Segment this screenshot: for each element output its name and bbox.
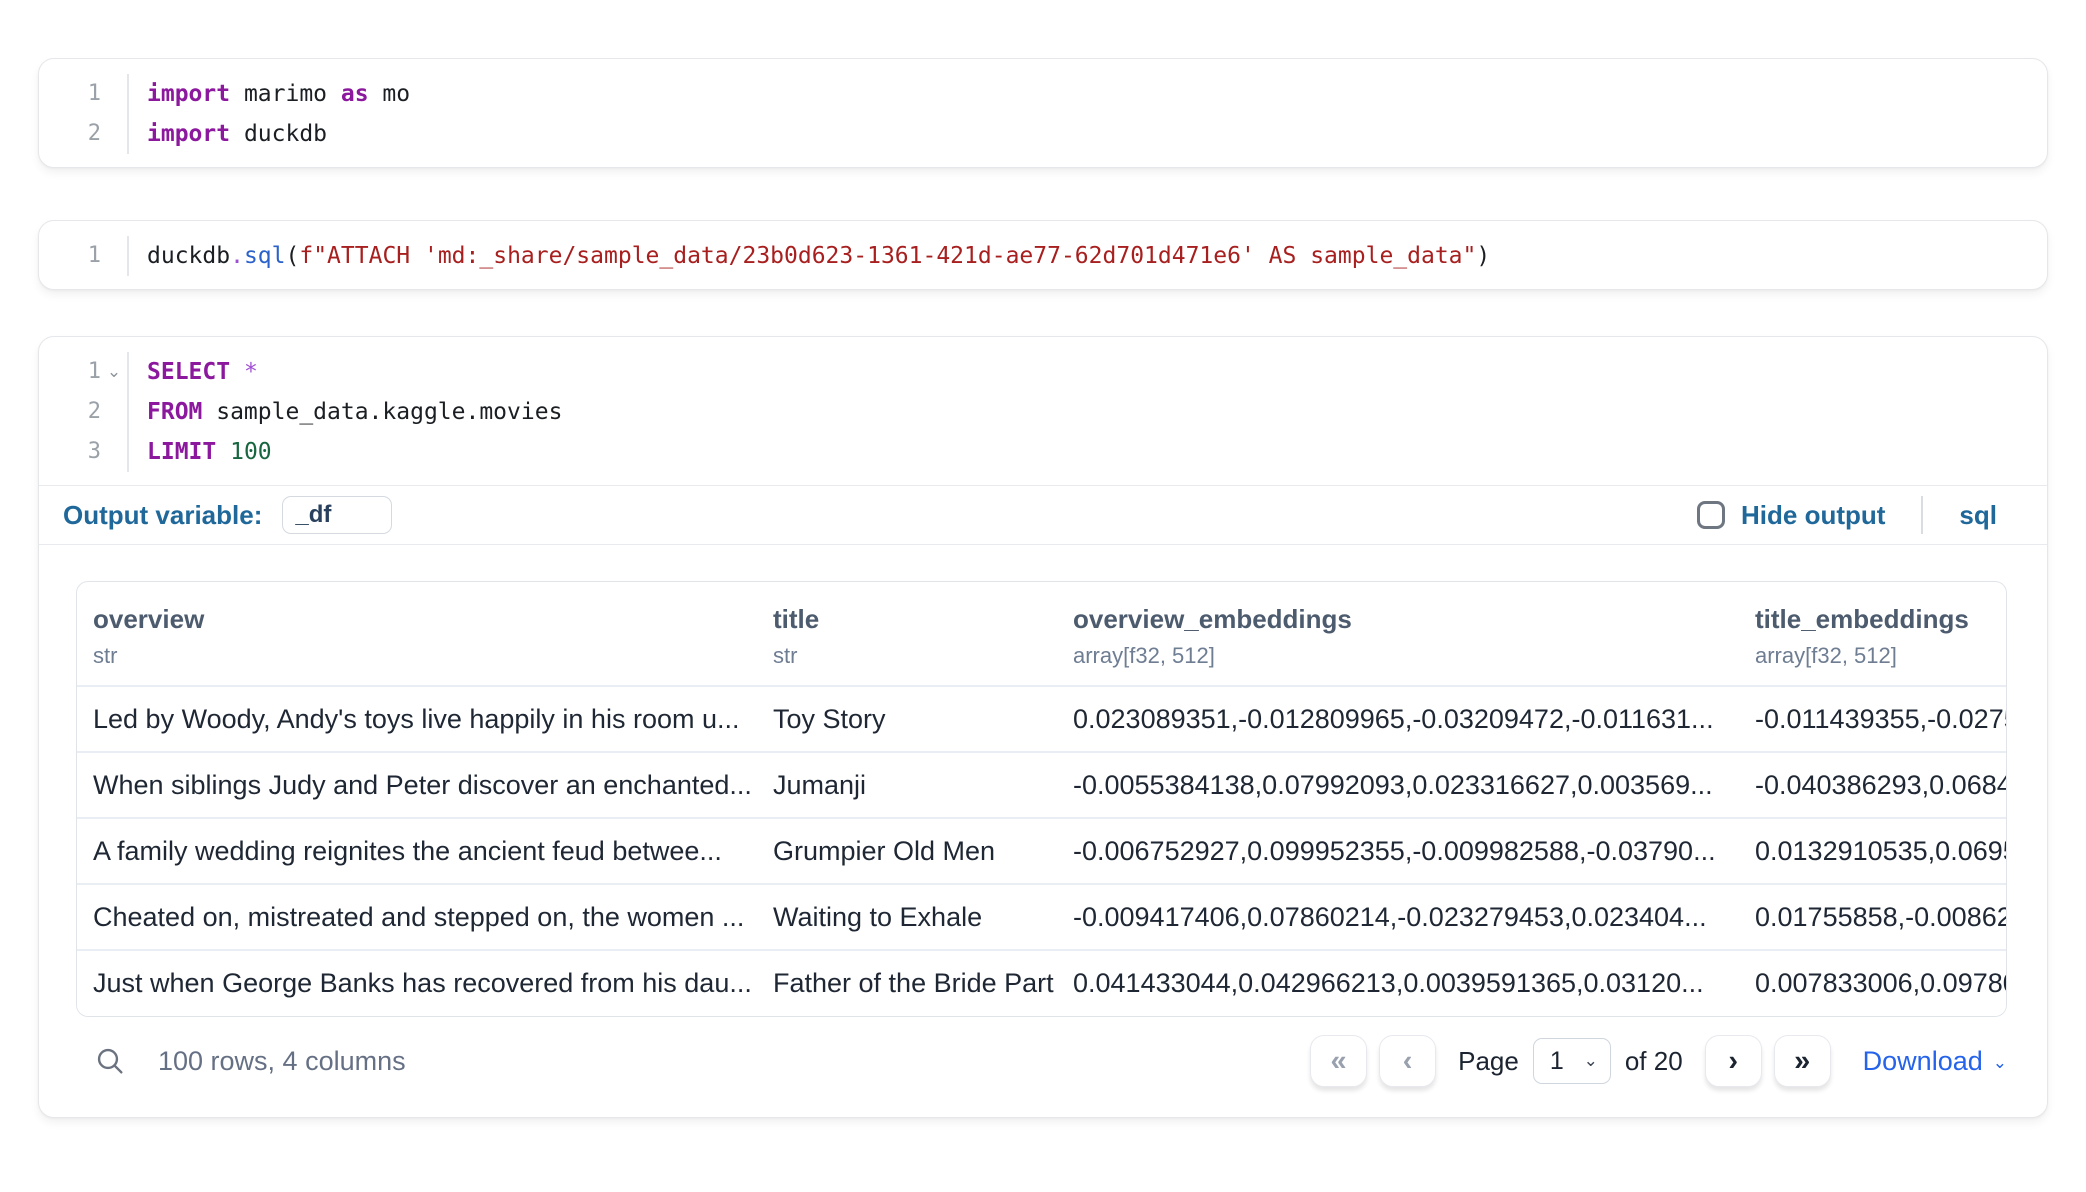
last-page-button[interactable]: » bbox=[1774, 1035, 1831, 1087]
table-row[interactable]: A family wedding reignites the ancient f… bbox=[77, 818, 2007, 884]
table-cell: -0.009417406,0.07860214,-0.023279453,0.0… bbox=[1057, 884, 1739, 950]
page-select[interactable]: 1 ⌄ bbox=[1533, 1038, 1611, 1084]
table-cell: 0.0132910535,0.0695834 bbox=[1739, 818, 2007, 884]
fold-chevron-down-icon[interactable]: ⌄ bbox=[101, 352, 127, 392]
gutter-spacer bbox=[101, 432, 127, 472]
double-chevron-right-icon: » bbox=[1794, 1045, 1810, 1078]
column-header-title_embeddings[interactable]: title_embeddings array[f32, 512] bbox=[1739, 582, 2007, 686]
gutter-spacer bbox=[101, 392, 127, 432]
column-name: title_embeddings bbox=[1755, 604, 2007, 635]
next-page-button[interactable]: › bbox=[1705, 1035, 1762, 1087]
page-total-label: of 20 bbox=[1625, 1046, 1683, 1077]
table-row[interactable]: Just when George Banks has recovered fro… bbox=[77, 950, 2007, 1016]
table-cell: -0.040386293,0.0684512 bbox=[1739, 752, 2007, 818]
output-variable-input[interactable] bbox=[282, 496, 392, 534]
table-cell: Grumpier Old Men bbox=[757, 818, 1057, 884]
table-cell: Jumanji bbox=[757, 752, 1057, 818]
table-cell: Toy Story bbox=[757, 686, 1057, 752]
column-header-overview_embeddings[interactable]: overview_embeddings array[f32, 512] bbox=[1057, 582, 1739, 686]
code-editor[interactable]: 1 import marimo as mo 2 import duckdb bbox=[39, 59, 2047, 167]
column-dtype: array[f32, 512] bbox=[1073, 643, 1723, 669]
line-number: 2 bbox=[39, 392, 101, 432]
line-number: 1 bbox=[39, 236, 101, 276]
cell-output-area: overview str title str overview_embeddingsar… bbox=[39, 545, 2047, 1117]
code-line[interactable]: 2 FROM sample_data.kaggle.movies bbox=[39, 392, 2047, 432]
table-row[interactable]: Cheated on, mistreated and stepped on, t… bbox=[77, 884, 2007, 950]
table-cell: Waiting to Exhale bbox=[757, 884, 1057, 950]
table-cell: -0.011439355,-0.0275251 bbox=[1739, 686, 2007, 752]
column-dtype: str bbox=[773, 643, 1041, 669]
table-cell: -0.006752927,0.099952355,-0.009982588,-0… bbox=[1057, 818, 1739, 884]
double-chevron-left-icon: « bbox=[1331, 1045, 1347, 1078]
code-text: import duckdb bbox=[129, 114, 2047, 154]
notebook-cell-sql: 1⌄SELECT *2FROM sample_data.kaggle.movie… bbox=[38, 336, 2048, 1118]
previous-page-button[interactable]: ‹ bbox=[1379, 1035, 1436, 1087]
column-header-title[interactable]: title str bbox=[757, 582, 1057, 686]
table-cell: 0.01755858,-0.00862867 bbox=[1739, 884, 2007, 950]
gutter-spacer bbox=[101, 74, 127, 114]
download-label: Download bbox=[1863, 1046, 1983, 1077]
table-cell: A family wedding reignites the ancient f… bbox=[77, 818, 757, 884]
table-cell: When siblings Judy and Peter discover an… bbox=[77, 752, 757, 818]
column-name: title bbox=[773, 604, 1041, 635]
gutter-spacer bbox=[101, 236, 127, 276]
code-text: LIMIT 100 bbox=[129, 432, 2047, 472]
table-cell: Led by Woody, Andy's toys live happily i… bbox=[77, 686, 757, 752]
notebook-cell-attach: 1 duckdb.sql(f"ATTACH 'md:_share/sample_d… bbox=[38, 220, 2048, 290]
notebook-cell-imports: 1 import marimo as mo 2 import duckdb bbox=[38, 58, 2048, 168]
row-count-summary: 100 rows, 4 columns bbox=[158, 1046, 406, 1077]
code-text: duckdb.sql(f"ATTACH 'md:_share/sample_da… bbox=[129, 236, 2047, 276]
table-cell: 0.023089351,-0.012809965,-0.03209472,-0.… bbox=[1057, 686, 1739, 752]
table-cell: Cheated on, mistreated and stepped on, t… bbox=[77, 884, 757, 950]
code-line[interactable]: 1 import marimo as mo bbox=[39, 74, 2047, 114]
column-name: overview bbox=[93, 604, 741, 635]
code-line[interactable]: 3 LIMIT 100 bbox=[39, 432, 2047, 472]
table-row[interactable]: When siblings Judy and Peter discover an… bbox=[77, 752, 2007, 818]
chevron-right-icon: › bbox=[1728, 1045, 1738, 1078]
table-footer: 100 rows, 4 columns « ‹ Page 1 ⌄ of 20 › bbox=[76, 1021, 2007, 1101]
chevron-left-icon: ‹ bbox=[1403, 1045, 1413, 1078]
hide-output-checkbox[interactable] bbox=[1697, 501, 1725, 529]
sql-cell-toolbar: Output variable: Hide output sql bbox=[39, 485, 2047, 545]
column-dtype: str bbox=[93, 643, 741, 669]
line-number: 1 bbox=[39, 352, 101, 392]
code-text: FROM sample_data.kaggle.movies bbox=[129, 392, 2047, 432]
line-number: 2 bbox=[39, 114, 101, 154]
search-icon[interactable] bbox=[88, 1039, 132, 1083]
table-cell: Just when George Banks has recovered fro… bbox=[77, 950, 757, 1016]
code-text: SELECT * bbox=[129, 352, 2047, 392]
table-cell: -0.0055384138,0.07992093,0.023316627,0.0… bbox=[1057, 752, 1739, 818]
first-page-button[interactable]: « bbox=[1310, 1035, 1367, 1087]
code-line[interactable]: 1 duckdb.sql(f"ATTACH 'md:_share/sample_d… bbox=[39, 236, 2047, 276]
line-number: 3 bbox=[39, 432, 101, 472]
chevron-down-icon: ⌄ bbox=[1584, 1051, 1598, 1071]
page-select-value: 1 bbox=[1550, 1047, 1564, 1076]
gutter-spacer bbox=[101, 114, 127, 154]
code-editor[interactable]: 1 duckdb.sql(f"ATTACH 'md:_share/sample_d… bbox=[39, 221, 2047, 289]
table-cell: 0.041433044,0.042966213,0.0039591365,0.0… bbox=[1057, 950, 1739, 1016]
code-line[interactable]: 1⌄SELECT * bbox=[39, 352, 2047, 392]
toolbar-divider bbox=[1921, 496, 1923, 534]
code-editor[interactable]: 1⌄SELECT *2FROM sample_data.kaggle.movie… bbox=[39, 337, 2047, 485]
column-name: overview_embeddings bbox=[1073, 604, 1723, 635]
table-cell: 0.007833006,0.0978013 bbox=[1739, 950, 2007, 1016]
page-label: Page bbox=[1458, 1046, 1519, 1077]
hide-output-label: Hide output bbox=[1741, 500, 1885, 531]
dataframe-table: overview str title str overview_embeddingsar… bbox=[76, 581, 2007, 1017]
code-text: import marimo as mo bbox=[129, 74, 2047, 114]
table-cell: Father of the Bride Part II bbox=[757, 950, 1057, 1016]
code-line[interactable]: 2 import duckdb bbox=[39, 114, 2047, 154]
chevron-down-icon: ⌄ bbox=[1993, 1053, 2007, 1073]
table-row[interactable]: Led by Woody, Andy's toys live happily i… bbox=[77, 686, 2007, 752]
language-badge: sql bbox=[1959, 500, 1997, 531]
download-button[interactable]: Download ⌄ bbox=[1863, 1046, 2007, 1077]
column-header-overview[interactable]: overview str bbox=[77, 582, 757, 686]
output-variable-label: Output variable: bbox=[63, 500, 262, 531]
column-dtype: array[f32, 512] bbox=[1755, 643, 2007, 669]
line-number: 1 bbox=[39, 74, 101, 114]
